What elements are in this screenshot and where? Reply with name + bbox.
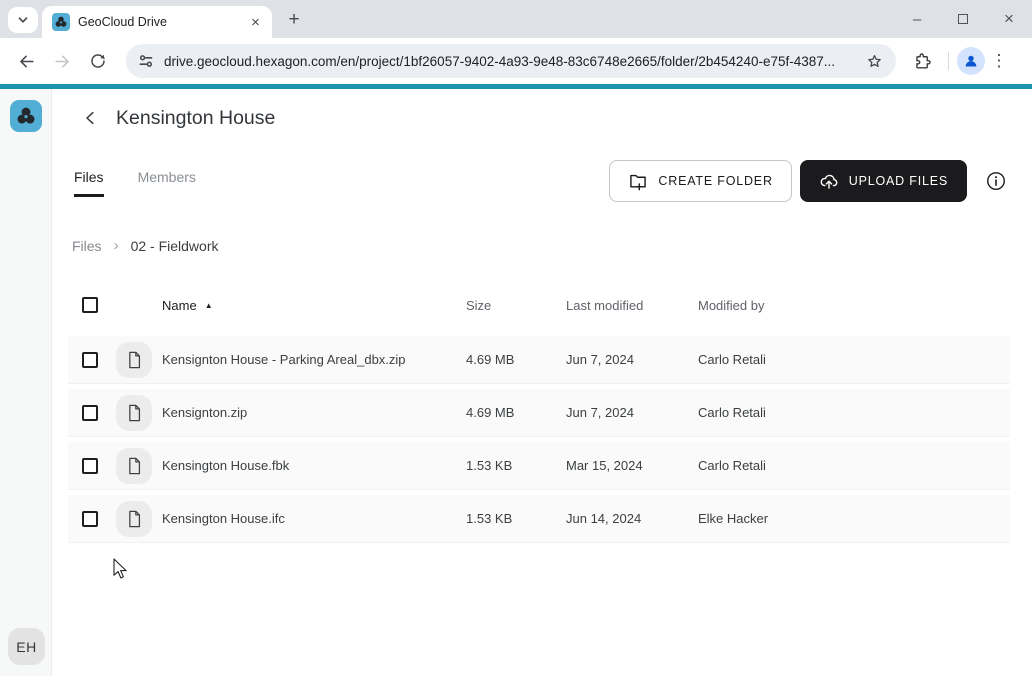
file-last-modified: Jun 7, 2024 [566,405,698,420]
tab-files-label: Files [74,169,104,185]
geocloud-logo[interactable] [10,100,42,132]
upload-files-label: UPLOAD FILES [849,174,948,188]
file-last-modified: Jun 7, 2024 [566,352,698,367]
table-row[interactable]: Kensington House.ifc 1.53 KB Jun 14, 202… [68,495,1010,543]
file-last-modified: Jun 14, 2024 [566,511,698,526]
back-button[interactable] [78,105,104,131]
info-button[interactable] [984,169,1008,193]
new-tab-button[interactable]: + [282,8,306,32]
column-header-last-modified[interactable]: Last modified [566,298,698,313]
breadcrumb: Files › 02 - Fieldwork [72,237,1032,254]
breadcrumb-files[interactable]: Files [72,238,102,254]
row-checkbox[interactable] [82,511,98,527]
back-nav-button[interactable] [10,45,42,77]
site-settings-icon [138,53,154,69]
file-icon [116,395,152,431]
trefoil-logo-icon [15,105,37,127]
file-table: Name ▲ Size Last modified Modified by Ke… [68,290,1010,543]
row-checkbox[interactable] [82,352,98,368]
file-icon [116,448,152,484]
table-row[interactable]: Kensignton House - Parking Areal_dbx.zip… [68,336,1010,384]
row-checkbox[interactable] [82,458,98,474]
browser-titlebar: GeoCloud Drive × + – × [0,0,1032,38]
page-header: Kensington House [72,103,1032,133]
create-folder-button[interactable]: CREATE FOLDER [609,160,791,202]
url-text: drive.geocloud.hexagon.com/en/project/1b… [164,54,865,69]
table-row[interactable]: Kensington House.fbk 1.53 KB Mar 15, 202… [68,442,1010,490]
tab-members-label: Members [138,169,196,185]
file-size: 1.53 KB [466,458,566,473]
geocloud-app: EH Kensington House Files Members CREATE… [0,89,1032,676]
folder-plus-icon [628,171,648,191]
puzzle-icon [913,52,932,71]
browser-menu-button[interactable]: ⋮ [985,47,1013,75]
address-bar[interactable]: drive.geocloud.hexagon.com/en/project/1b… [126,44,896,78]
select-all-checkbox[interactable] [82,297,98,313]
tab-members[interactable]: Members [138,169,196,197]
cloud-upload-icon [819,171,839,191]
profile-button[interactable] [957,47,985,75]
extensions-button[interactable] [906,45,938,77]
file-modified-by: Carlo Retali [698,405,1010,420]
sort-asc-icon: ▲ [205,301,213,310]
file-name: Kensington House.fbk [162,458,466,473]
file-modified-by: Carlo Retali [698,352,1010,367]
window-maximize-button[interactable] [940,0,986,38]
header-actions: CREATE FOLDER UPLOAD FILES [609,160,1008,202]
arrow-back-icon [17,52,36,71]
chevron-left-icon [83,110,99,126]
create-folder-label: CREATE FOLDER [658,174,772,188]
toolbar-right: ⋮ [904,45,1013,77]
file-size: 4.69 MB [466,352,566,367]
file-size: 1.53 KB [466,511,566,526]
main-content: Kensington House Files Members CREATE FO… [52,89,1032,676]
geocloud-favicon-icon [52,13,70,31]
profile-avatar-icon [962,52,980,70]
file-name: Kensignton.zip [162,405,466,420]
chevron-down-icon [17,14,29,26]
page-title: Kensington House [116,107,275,130]
tab-close-icon[interactable]: × [247,14,264,31]
row-checkbox[interactable] [82,405,98,421]
bookmark-star-icon[interactable] [865,52,884,71]
file-icon [116,342,152,378]
file-name: Kensington House.ifc [162,511,466,526]
info-icon [985,170,1007,192]
tab-files[interactable]: Files [74,169,104,197]
maximize-icon [958,14,968,24]
browser-window: GeoCloud Drive × + – × drive.geocloud.he… [0,0,1032,676]
column-header-size[interactable]: Size [466,298,566,313]
file-name: Kensignton House - Parking Areal_dbx.zip [162,352,466,367]
arrow-forward-icon [53,52,72,71]
browser-toolbar: drive.geocloud.hexagon.com/en/project/1b… [0,38,1032,84]
reload-button[interactable] [82,45,114,77]
file-modified-by: Elke Hacker [698,511,1010,526]
user-avatar[interactable]: EH [8,628,45,665]
column-header-name[interactable]: Name ▲ [162,298,466,313]
table-body: Kensignton House - Parking Areal_dbx.zip… [68,336,1010,543]
toolbar-divider [948,52,949,70]
file-icon [116,501,152,537]
breadcrumb-current: 02 - Fieldwork [131,238,219,254]
window-close-button[interactable]: × [986,0,1032,38]
breadcrumb-separator-icon: › [114,237,119,254]
window-controls: – × [894,0,1032,38]
file-last-modified: Mar 15, 2024 [566,458,698,473]
reload-icon [89,52,107,70]
tab-search-button[interactable] [8,7,38,33]
file-modified-by: Carlo Retali [698,458,1010,473]
app-sidebar: EH [0,89,52,676]
table-row[interactable]: Kensignton.zip 4.69 MB Jun 7, 2024 Carlo… [68,389,1010,437]
window-minimize-button[interactable]: – [894,0,940,38]
upload-files-button[interactable]: UPLOAD FILES [800,160,967,202]
forward-nav-button[interactable] [46,45,78,77]
tab-title: GeoCloud Drive [78,15,247,29]
browser-tab[interactable]: GeoCloud Drive × [42,6,272,38]
column-header-modified-by[interactable]: Modified by [698,298,1010,313]
file-size: 4.69 MB [466,405,566,420]
table-header: Name ▲ Size Last modified Modified by [68,290,1010,320]
